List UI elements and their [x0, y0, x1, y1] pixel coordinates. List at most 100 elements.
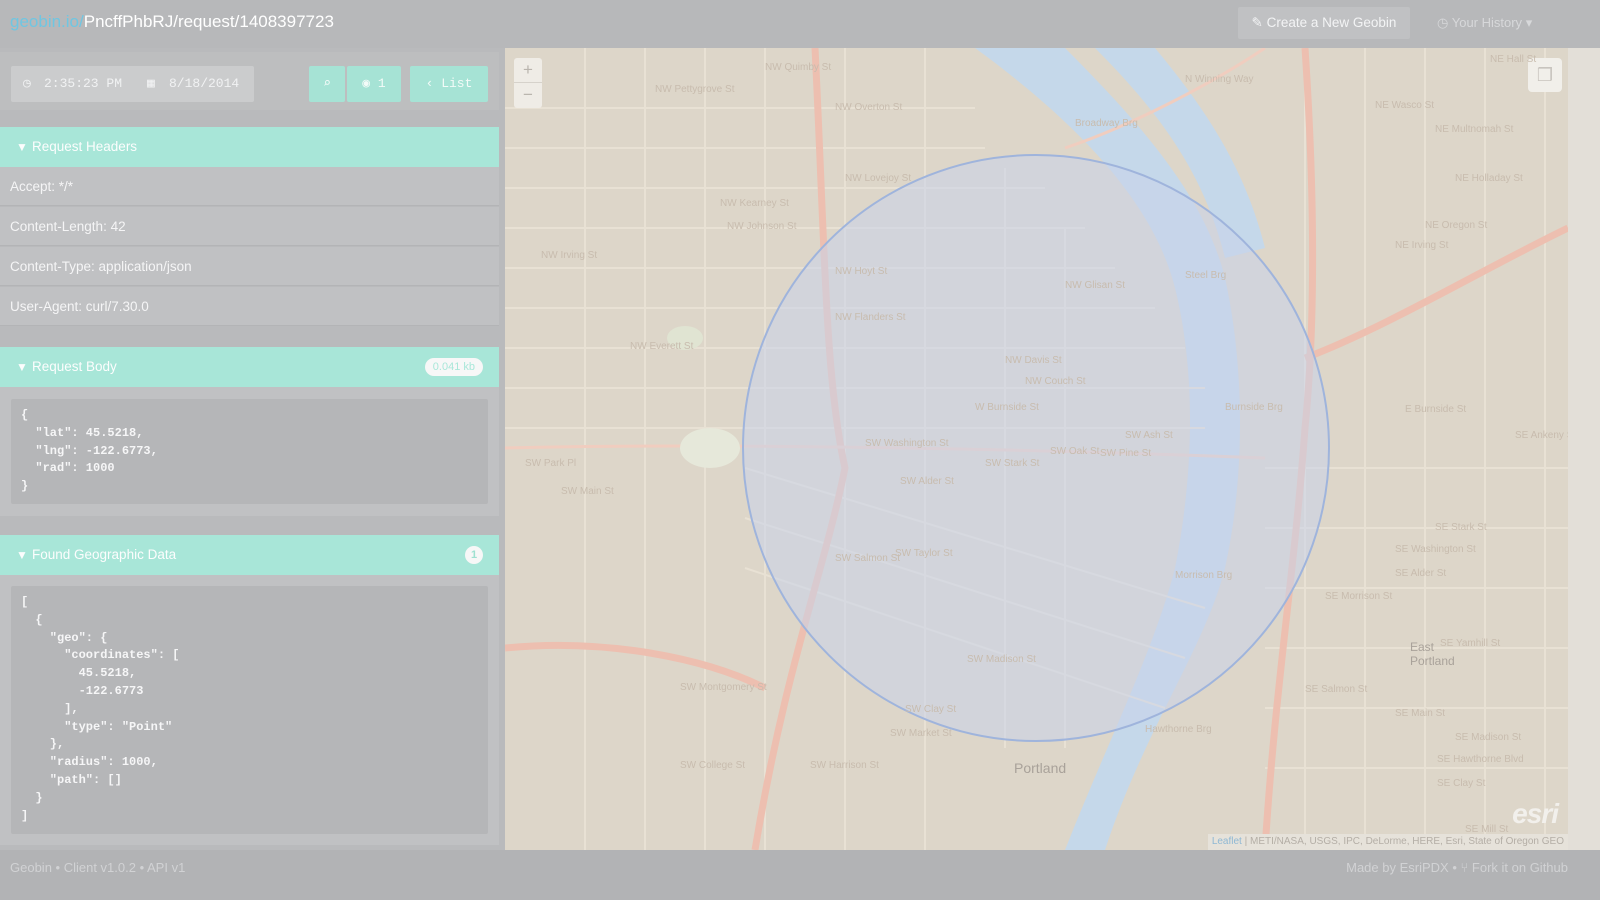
- request-body-json: { "lat": 45.5218, "lng": -122.6773, "rad…: [21, 408, 158, 494]
- map-street-label: SW Stark St: [985, 458, 1040, 469]
- request-body-toggle[interactable]: ▼ Request Body 0.041 kb: [0, 347, 499, 387]
- request-date: 8/18/2014: [169, 76, 240, 91]
- chevron-down-icon: ▼: [16, 140, 28, 154]
- breadcrumb: geobin.io/PncffPhbRJ/request/1408397723: [10, 12, 334, 32]
- map-street-label: SE Ankeny St: [1515, 430, 1568, 441]
- map-street-label: NW Hoyt St: [835, 266, 888, 277]
- map-street-label: N Winning Way: [1185, 74, 1254, 85]
- found-geo-panel: [ { "geo": { "coordinates": [ 45.5218, -…: [0, 575, 499, 845]
- chevron-down-icon: ▾: [1525, 15, 1533, 30]
- map-street-label: SW Main St: [561, 486, 614, 497]
- map-street-label: SE Madison St: [1455, 732, 1522, 743]
- map-street-label: SW Madison St: [967, 654, 1036, 665]
- request-toolbar: ◷ 2:35:23 PM ▦ 8/18/2014 ⌕ ◉ 1 ‹ List: [0, 52, 499, 110]
- map-attribution: Leaflet | METI/NASA, USGS, IPC, DeLorme,…: [1207, 834, 1568, 850]
- leaflet-link[interactable]: Leaflet: [1212, 836, 1242, 847]
- clock-icon: ◷: [23, 76, 31, 91]
- map-street-label: NW Quimby St: [765, 62, 832, 73]
- clock-icon: ◷: [1437, 15, 1449, 30]
- map-street-label: NW Irving St: [541, 250, 598, 261]
- pencil-icon: ✎: [1251, 15, 1263, 30]
- map-street-label: NE Oregon St: [1425, 220, 1488, 231]
- found-geo-title: Found Geographic Data: [32, 547, 177, 562]
- zoom-in-button[interactable]: +: [514, 58, 542, 83]
- brand-link[interactable]: geobin.io: [10, 12, 79, 31]
- map-street-label: NW Davis St: [1005, 355, 1062, 366]
- create-geobin-button[interactable]: ✎ Create a New Geobin: [1238, 7, 1410, 39]
- history-dropdown[interactable]: ◷ Your History ▾: [1437, 15, 1532, 31]
- map-street-label: SW Washington St: [865, 438, 949, 449]
- bin-id-link[interactable]: PncffPhbRJ: [84, 12, 173, 31]
- zoom-out-button[interactable]: −: [514, 83, 542, 108]
- eye-icon: ◉: [362, 76, 371, 91]
- map-street-label: SW Park Pl: [525, 458, 577, 469]
- map-street-label: SE Salmon St: [1305, 684, 1368, 695]
- map-street-label: NW Pettygrove St: [655, 84, 735, 95]
- map-street-label: NE Multnomah St: [1435, 124, 1514, 135]
- found-geo-code: [ { "geo": { "coordinates": [ 45.5218, -…: [11, 586, 488, 834]
- map-street-label: NE Irving St: [1395, 240, 1449, 251]
- map-street-label: SW Salmon St: [835, 553, 901, 564]
- footer: Geobin • Client v1.0.2 • API v1 Made by …: [0, 850, 1600, 900]
- map-street-label: SW Clay St: [905, 704, 957, 715]
- chevron-down-icon: ▼: [16, 548, 28, 562]
- found-geo-json: [ { "geo": { "coordinates": [ 45.5218, -…: [21, 595, 180, 823]
- request-path: /request/1408397723: [173, 12, 334, 31]
- map-street-label: Burnside Brg: [1225, 402, 1283, 413]
- header-row: Accept: */*: [0, 167, 499, 206]
- map-street-label: SW Oak St: [1050, 446, 1100, 457]
- map-street-label: NW Kearney St: [720, 198, 789, 209]
- header-row: Content-Type: application/json: [0, 247, 499, 286]
- list-label: List: [441, 76, 473, 91]
- search-button[interactable]: ⌕: [309, 66, 345, 102]
- map-street-label: NW Lovejoy St: [845, 173, 912, 184]
- map-street-label: NE Wasco St: [1375, 100, 1435, 111]
- request-body-code: { "lat": 45.5218, "lng": -122.6773, "rad…: [11, 399, 488, 504]
- map-street-label: Hawthorne Brg: [1145, 724, 1212, 735]
- attribution-text: | METI/NASA, USGS, IPC, DeLorme, HERE, E…: [1244, 836, 1564, 847]
- request-body-panel: { "lat": 45.5218, "lng": -122.6773, "rad…: [0, 387, 499, 516]
- found-geo-toggle[interactable]: ▼ Found Geographic Data 1: [0, 535, 499, 575]
- map-street-label: SW Montgomery St: [680, 682, 767, 693]
- request-headers-title: Request Headers: [32, 139, 138, 154]
- map-street-label: NW Overton St: [835, 102, 903, 113]
- map-street-label: SE Hawthorne Blvd: [1437, 754, 1524, 765]
- create-geobin-label: Create a New Geobin: [1266, 15, 1397, 30]
- request-headers-toggle[interactable]: ▼ Request Headers: [0, 127, 499, 167]
- district-label: East Portland: [1410, 640, 1455, 668]
- map-street-label: NE Hall St: [1490, 54, 1537, 65]
- map-street-label: W Burnside St: [975, 402, 1039, 413]
- body-size-badge: 0.041 kb: [424, 358, 483, 376]
- map-street-label: NW Everett St: [630, 341, 694, 352]
- view-count: 1: [377, 76, 386, 91]
- map-street-label: NE Holladay St: [1455, 173, 1523, 184]
- search-icon: ⌕: [323, 76, 331, 91]
- map-street-label: Morrison Brg: [1175, 570, 1233, 581]
- top-bar: geobin.io/PncffPhbRJ/request/1408397723 …: [0, 0, 1600, 48]
- map-street-label: Steel Brg: [1185, 270, 1227, 281]
- map-street-label: SE Morrison St: [1325, 591, 1393, 602]
- request-body-title: Request Body: [32, 359, 117, 374]
- header-row: Content-Length: 42: [0, 207, 499, 246]
- request-time: 2:35:23 PM: [44, 76, 123, 91]
- map-edge-strip: [1568, 48, 1600, 850]
- map-street-label: SE Washington St: [1395, 544, 1476, 555]
- credits-link[interactable]: Made by EsriPDX • ⑂ Fork it on Github: [1346, 860, 1568, 875]
- list-button[interactable]: ‹ List: [410, 66, 488, 102]
- city-label: Portland: [1014, 760, 1067, 776]
- chevron-down-icon: ▼: [16, 360, 28, 374]
- map-street-label: SW Pine St: [1100, 448, 1152, 459]
- calendar-icon: ▦: [147, 76, 155, 91]
- map-view[interactable]: + − ❒ NW Quimby St NW Pettygrove St NW O…: [505, 48, 1568, 850]
- chevron-left-icon: ‹: [425, 76, 434, 91]
- map-street-label: E Burnside St: [1405, 404, 1467, 415]
- map-street-label: SE Clay St: [1437, 778, 1486, 789]
- map-street-label: SW Harrison St: [810, 760, 879, 771]
- map-street-label: SE Alder St: [1395, 568, 1447, 579]
- history-label: Your History: [1451, 15, 1523, 30]
- map-street-label: SW Market St: [890, 728, 952, 739]
- map-street-label: Broadway Brg: [1075, 118, 1138, 129]
- basemap: [505, 48, 1568, 850]
- timestamp-group: ◷ 2:35:23 PM ▦ 8/18/2014: [11, 66, 254, 102]
- view-count-button[interactable]: ◉ 1: [347, 66, 401, 102]
